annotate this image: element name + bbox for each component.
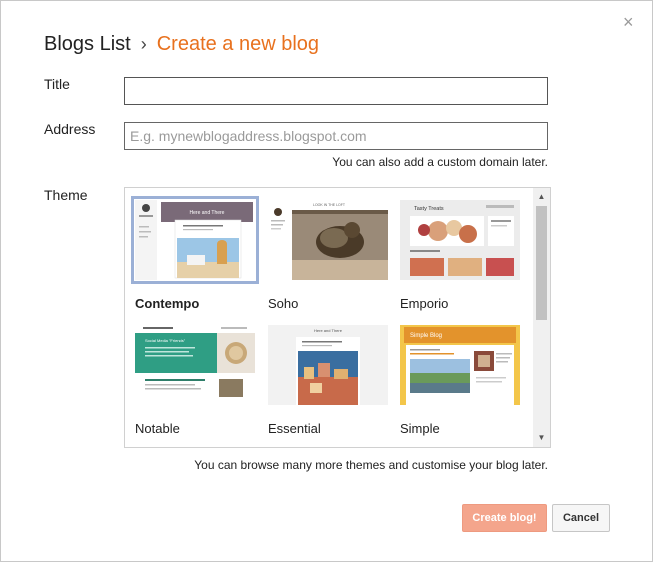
theme-picker: Here and There Contempo LOOK IN THE LOFT… bbox=[124, 187, 551, 448]
title-input[interactable] bbox=[124, 77, 548, 105]
cancel-button[interactable]: Cancel bbox=[552, 504, 610, 532]
scroll-thumb[interactable] bbox=[536, 206, 547, 320]
theme-name: Simple bbox=[400, 421, 440, 436]
soho-thumbnail-image: LOOK IN THE LOFT bbox=[268, 200, 388, 280]
theme-thumbnail: LOOK IN THE LOFT bbox=[268, 200, 388, 280]
create-blog-button[interactable]: Create blog! bbox=[462, 504, 547, 532]
title-label: Title bbox=[44, 76, 70, 92]
scroll-up-icon[interactable]: ▲ bbox=[533, 190, 550, 204]
theme-hint: You can browse many more themes and cust… bbox=[194, 458, 548, 472]
notable-thumbnail-image: Social Media "Friends" bbox=[135, 325, 255, 405]
svg-text:Here and There: Here and There bbox=[190, 210, 225, 216]
theme-thumbnail: Tasty Treats bbox=[400, 200, 520, 280]
essential-thumbnail-image: Here and There bbox=[268, 325, 388, 405]
contempo-thumbnail-image: Here and There bbox=[135, 200, 255, 280]
address-hint: You can also add a custom domain later. bbox=[332, 155, 548, 169]
breadcrumb-separator: › bbox=[140, 34, 147, 54]
svg-text:LOOK IN THE LOFT: LOOK IN THE LOFT bbox=[313, 203, 346, 207]
breadcrumb-blogs-list[interactable]: Blogs List bbox=[44, 33, 131, 55]
svg-text:Tasty Treats: Tasty Treats bbox=[414, 206, 444, 212]
emporio-thumbnail-image: Tasty Treats bbox=[400, 200, 520, 280]
svg-text:Here and There: Here and There bbox=[314, 328, 343, 333]
scroll-down-icon[interactable]: ▼ bbox=[533, 431, 550, 445]
theme-thumbnail: Social Media "Friends" bbox=[135, 325, 255, 405]
simple-thumbnail-image: Simple Blog bbox=[400, 325, 520, 405]
theme-name: Soho bbox=[268, 296, 299, 311]
theme-thumbnail: Here and There bbox=[131, 196, 259, 284]
theme-scrollbar[interactable]: ▲ ▼ bbox=[533, 188, 550, 447]
theme-thumbnail: Here and There bbox=[268, 325, 388, 405]
theme-name: Notable bbox=[135, 421, 180, 436]
theme-name: Essential bbox=[268, 421, 321, 436]
page-title: Create a new blog bbox=[156, 33, 320, 55]
address-label: Address bbox=[44, 121, 96, 137]
theme-label: Theme bbox=[44, 187, 88, 203]
create-blog-dialog: × Blogs List › Create a new blog Title Add… bbox=[0, 0, 653, 562]
theme-name: Emporio bbox=[400, 296, 449, 311]
theme-name: Contempo bbox=[135, 296, 200, 311]
close-icon[interactable]: × bbox=[623, 13, 634, 31]
svg-text:Simple Blog: Simple Blog bbox=[410, 333, 442, 339]
address-input[interactable] bbox=[124, 122, 548, 150]
breadcrumb: Blogs List › Create a new blog bbox=[44, 33, 319, 56]
svg-text:Social Media "Friends": Social Media "Friends" bbox=[145, 338, 186, 343]
theme-thumbnail: Simple Blog bbox=[400, 325, 520, 405]
